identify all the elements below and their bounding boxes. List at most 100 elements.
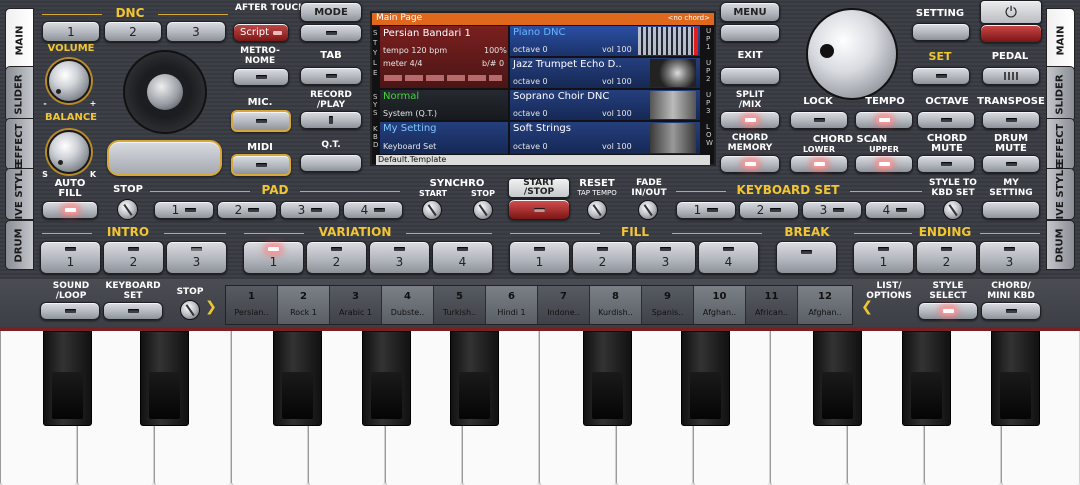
tab-drum-left[interactable]: DRUM: [5, 220, 34, 270]
keyboard-set-button-1[interactable]: 1: [676, 201, 736, 219]
mic-button[interactable]: [231, 110, 291, 132]
style-slot[interactable]: 10 Afghan..: [694, 286, 746, 324]
style-slot[interactable]: 7 Indone..: [538, 286, 590, 324]
black-key[interactable]: [902, 331, 951, 426]
black-key[interactable]: [991, 331, 1040, 426]
black-key[interactable]: [681, 331, 730, 426]
tab-slider-left[interactable]: SLIDER: [5, 66, 34, 122]
midi-button[interactable]: [231, 154, 291, 176]
black-key[interactable]: [273, 331, 322, 426]
sound-loop-button[interactable]: [40, 302, 100, 320]
lock-button[interactable]: [790, 111, 848, 129]
black-key[interactable]: [450, 331, 499, 426]
tab-slider-right[interactable]: SLIDER: [1046, 66, 1075, 122]
pedal-button[interactable]: [982, 67, 1040, 85]
synchro-start-button[interactable]: [422, 200, 442, 220]
break-button[interactable]: [776, 241, 837, 274]
style-slot[interactable]: 8 Kurdish..: [590, 286, 642, 324]
display-upper2-cell[interactable]: Jazz Trumpet Echo D.. octave 0 vol 100: [510, 58, 700, 88]
menu-button-lower[interactable]: [720, 24, 780, 42]
black-key[interactable]: [583, 331, 632, 426]
fill-button-3[interactable]: 3: [635, 241, 696, 274]
modulation-pad[interactable]: [107, 140, 222, 176]
pad-stop-button[interactable]: [117, 199, 138, 220]
tab-main-left[interactable]: MAIN: [5, 8, 34, 73]
style-bar-next-icon[interactable]: ❯: [204, 300, 218, 314]
display-lower-cell[interactable]: Soft Strings octave 0 vol 100: [510, 122, 700, 154]
synchro-stop-button[interactable]: [473, 200, 493, 220]
style-slot[interactable]: 4 Dubste..: [382, 286, 434, 324]
joystick[interactable]: [123, 50, 207, 134]
auto-fill-button[interactable]: [42, 201, 98, 219]
setting-button[interactable]: [912, 23, 970, 41]
set-button[interactable]: [912, 67, 970, 85]
joystick-handle[interactable]: [147, 74, 183, 110]
fade-button[interactable]: [638, 200, 658, 220]
intro-button-1[interactable]: 1: [40, 241, 101, 274]
black-key[interactable]: [140, 331, 189, 426]
fill-button-1[interactable]: 1: [509, 241, 570, 274]
tab-main-right[interactable]: MAIN: [1046, 8, 1075, 73]
ending-button-3[interactable]: 3: [979, 241, 1040, 274]
intro-button-2[interactable]: 2: [103, 241, 164, 274]
pad-button-2[interactable]: 2: [217, 201, 277, 219]
record-play-button[interactable]: [300, 111, 362, 129]
tab-button[interactable]: [300, 67, 362, 85]
pad-button-3[interactable]: 3: [280, 201, 340, 219]
keyboard-set-button-4[interactable]: 4: [865, 201, 925, 219]
power-button[interactable]: ⏻: [980, 0, 1042, 24]
black-key[interactable]: [43, 331, 92, 426]
variation-button-2[interactable]: 2: [306, 241, 367, 274]
tab-live-style-right[interactable]: LIVE STYLE: [1046, 163, 1075, 225]
metronome-button[interactable]: [233, 68, 289, 86]
display-system-cell[interactable]: Normal System (Q.T.): [380, 90, 508, 120]
display-keyboard-set-cell[interactable]: My Setting Keyboard Set: [380, 122, 508, 154]
dnc-button-2[interactable]: 2: [104, 21, 162, 42]
chord-scan-upper-button[interactable]: [855, 155, 913, 173]
balance-knob[interactable]: [47, 130, 91, 174]
chord-mini-button[interactable]: [981, 302, 1041, 320]
intro-button-3[interactable]: 3: [166, 241, 227, 274]
octave-button[interactable]: [917, 111, 975, 129]
mode-button[interactable]: MODE: [300, 2, 362, 22]
style-slot[interactable]: 9 Spanis..: [642, 286, 694, 324]
tab-drum-right[interactable]: DRUM: [1046, 220, 1075, 270]
fill-button-4[interactable]: 4: [698, 241, 759, 274]
display-style-cell[interactable]: Persian Bandari 1 tempo 120 bpm 100% met…: [380, 26, 508, 88]
volume-knob[interactable]: [47, 59, 91, 103]
bar-stop-button[interactable]: [180, 300, 200, 320]
variation-button-3[interactable]: 3: [369, 241, 430, 274]
tempo-button[interactable]: [855, 111, 913, 129]
qt-button[interactable]: [300, 154, 362, 172]
power-button-lower[interactable]: [980, 24, 1042, 43]
style-select-button[interactable]: [918, 302, 978, 320]
style-slot[interactable]: 2 Rock 1: [278, 286, 330, 324]
variation-button-1[interactable]: 1: [243, 241, 304, 274]
data-wheel[interactable]: [806, 8, 898, 100]
menu-button[interactable]: MENU: [720, 2, 780, 22]
style-slot[interactable]: 3 Arabic 1: [330, 286, 382, 324]
ending-button-2[interactable]: 2: [916, 241, 977, 274]
pad-button-4[interactable]: 4: [343, 201, 403, 219]
chord-mute-button[interactable]: [917, 155, 975, 173]
style-bar-prev-icon[interactable]: ❮: [860, 300, 874, 314]
mode-button-lower[interactable]: [300, 24, 362, 42]
style-to-kbd-button[interactable]: [943, 200, 963, 220]
start-stop-button[interactable]: [508, 199, 570, 220]
chord-memory-button[interactable]: [720, 155, 780, 173]
style-slot[interactable]: 5 Turkish..: [434, 286, 486, 324]
transpose-button[interactable]: [982, 111, 1040, 129]
fill-button-2[interactable]: 2: [572, 241, 633, 274]
split-mix-button[interactable]: [720, 111, 780, 129]
exit-button[interactable]: [720, 67, 780, 85]
reset-button[interactable]: [587, 200, 607, 220]
display-upper1-cell[interactable]: Piano DNC octave 0 vol 100: [510, 26, 700, 56]
keyboard-set-button-3[interactable]: 3: [802, 201, 862, 219]
dnc-button-1[interactable]: 1: [42, 21, 100, 42]
variation-button-4[interactable]: 4: [432, 241, 493, 274]
tab-live-style-left[interactable]: LIVE STYLE: [5, 163, 34, 225]
black-key[interactable]: [362, 331, 411, 426]
pad-button-1[interactable]: 1: [154, 201, 214, 219]
style-slot[interactable]: 1 Persian..: [226, 286, 278, 324]
drum-mute-button[interactable]: [982, 155, 1040, 173]
